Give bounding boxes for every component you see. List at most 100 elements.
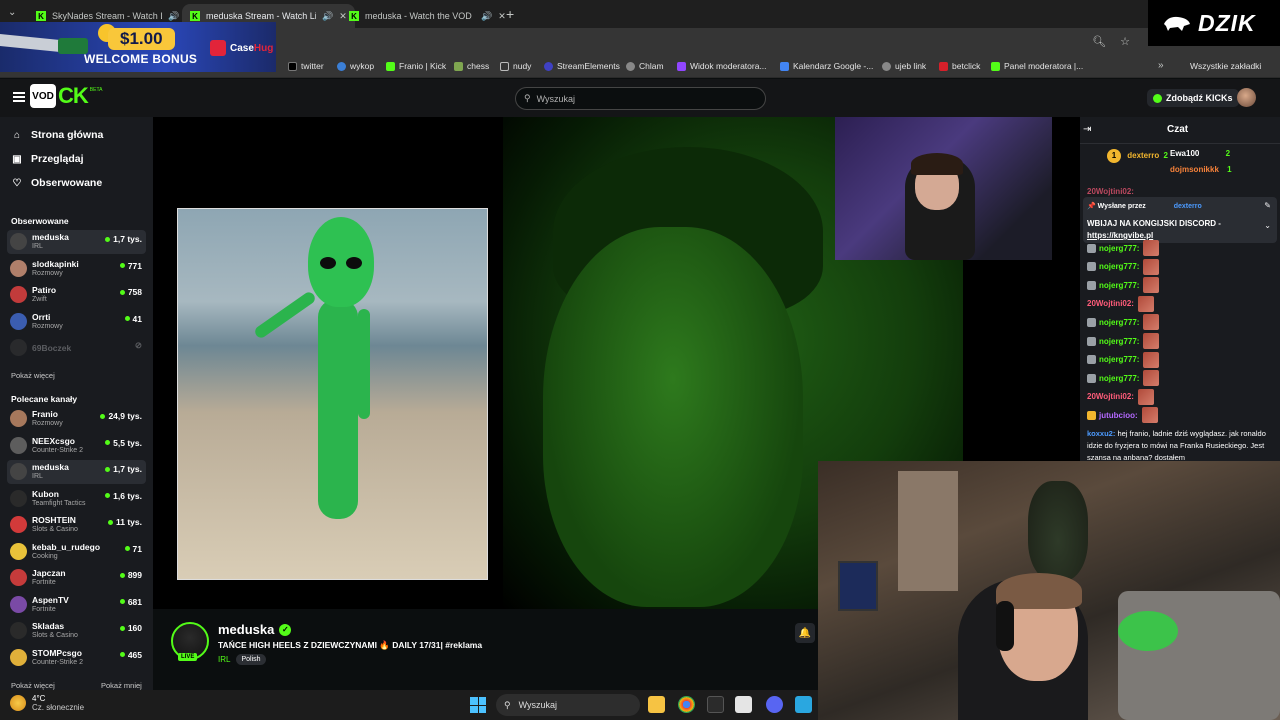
sidebar-channel-japczan[interactable]: Japczan Fortnite 899: [7, 566, 146, 590]
speaker-icon[interactable]: 🔊: [481, 11, 492, 22]
bookmark-wykop[interactable]: wykop: [337, 61, 374, 71]
sidebar-channel-patiro[interactable]: Patiro Zwift 758: [7, 283, 146, 307]
chat-username[interactable]: nojerg777:: [1099, 281, 1139, 290]
sidebar-channel-69boczek[interactable]: 69Boczek ⊘: [7, 336, 146, 360]
close-tab-icon[interactable]: ✕: [498, 11, 506, 22]
sidebar-channel-kubon[interactable]: Kubon Teamfight Tactics 1,6 tys.: [7, 487, 146, 511]
discord-icon[interactable]: [766, 696, 783, 713]
sidebar-channel-meduska[interactable]: meduska IRL 1,7 tys.: [7, 230, 146, 254]
bookmark-ujeb-link[interactable]: ujeb link: [882, 61, 926, 71]
chat-username[interactable]: nojerg777:: [1099, 244, 1139, 253]
app-icon[interactable]: [795, 696, 812, 713]
bookmark-nudy[interactable]: nudy: [500, 61, 531, 71]
bookmark-star-icon[interactable]: ☆: [1120, 35, 1130, 48]
channel-avatar: [10, 410, 27, 427]
chat-username[interactable]: 20Wojtini02:: [1087, 299, 1134, 308]
channel-name[interactable]: meduska: [218, 622, 274, 637]
casehug-ad-banner[interactable]: $1.00 WELCOME BONUS Case Hug: [0, 22, 276, 72]
sidebar-channel-skladas[interactable]: Skladas Slots & Casino 160: [7, 619, 146, 643]
speaker-icon[interactable]: 🔊: [322, 11, 333, 22]
more-bookmarks-icon[interactable]: »: [1158, 60, 1164, 71]
bookmark-chess[interactable]: chess: [454, 61, 489, 71]
weather-widget[interactable]: 4°C Cz. słonecznie: [10, 694, 84, 712]
chat-username[interactable]: 20Wojtini02:: [1087, 392, 1134, 401]
sidebar-channel-slodkapinki[interactable]: slodkapinki Rozmowy 771: [7, 257, 146, 281]
channel-name: NEEXcsgo: [32, 435, 75, 446]
file-explorer-icon[interactable]: [648, 696, 665, 713]
unpin-icon[interactable]: ✎: [1264, 201, 1271, 210]
user-avatar[interactable]: [1237, 88, 1256, 107]
taskbar-search[interactable]: ⚲ Wyszukaj: [496, 694, 640, 716]
bookmark-chlam[interactable]: Chlam: [626, 61, 664, 71]
pinned-message: 📌 Wysłane przez dexterro ✎ ⌄ WBIJAJ NA K…: [1083, 197, 1277, 243]
zoom-icon[interactable]: 🔍︎: [1092, 35, 1106, 48]
sidebar-channel-orrti[interactable]: Orrti Rozmowy 41: [7, 310, 146, 334]
kick-logo[interactable]: VOD CK BETA: [30, 83, 102, 108]
all-bookmarks-folder[interactable]: Wszystkie zakładki: [1190, 61, 1261, 71]
pinned-link[interactable]: https://kngvibe.pl: [1087, 231, 1153, 240]
menu-icon[interactable]: [13, 92, 25, 102]
bookmark-twitter[interactable]: twitter: [288, 61, 324, 71]
pinned-by-label: Wysłane przez: [1097, 203, 1146, 210]
tab-title: meduska Stream - Watch Li: [206, 11, 316, 21]
chat-username[interactable]: nojerg777:: [1099, 318, 1139, 327]
bookmark-widok-moderatora[interactable]: Widok moderatora...: [677, 61, 767, 71]
app-icon[interactable]: [707, 696, 724, 713]
live-dot-icon: [119, 263, 125, 268]
channel-name: Franio: [32, 409, 58, 419]
windows-taskbar: 4°C Cz. słonecznie ⚲ Wyszukaj: [0, 690, 818, 720]
get-kicks-button[interactable]: Zdobądź KICKs: [1147, 89, 1239, 107]
chat-username[interactable]: nojerg777:: [1099, 337, 1139, 346]
new-tab-button[interactable]: +: [506, 6, 514, 22]
pinned-by-user[interactable]: dexterro: [1174, 203, 1202, 210]
obs-icon[interactable]: [735, 696, 752, 713]
chat-username[interactable]: jutubcioo:: [1099, 411, 1138, 420]
sidebar-channel-neexcsgo[interactable]: NEEXcsgo Counter-Strike 2 5,5 tys.: [7, 434, 146, 458]
nav-browse[interactable]: ▣ Przeglądaj: [11, 153, 83, 165]
alien-eye: [346, 257, 362, 269]
viewer-count-text: 465: [127, 649, 142, 660]
sidebar-channel-aspentv[interactable]: AspenTV Fortnite 681: [7, 593, 146, 617]
chat-emote-icon: [1143, 277, 1160, 294]
chrome-icon[interactable]: [678, 696, 695, 713]
notification-bell-icon[interactable]: 🔔: [795, 623, 815, 643]
sidebar-channel-franio[interactable]: Franio Rozmowy 24,9 tys.: [7, 407, 146, 431]
chat-badge-icon: [1087, 410, 1096, 420]
sidebar-channel-meduska[interactable]: meduska IRL 1,7 tys.: [7, 460, 146, 484]
channel-category: Rozmowy: [32, 269, 63, 277]
channel-name: Skladas: [32, 621, 65, 631]
chat-username[interactable]: nojerg777:: [1099, 355, 1139, 364]
nav-home[interactable]: ⌂ Strona główna: [11, 129, 103, 141]
sidebar-channel-stompcsgo[interactable]: STOMPcsgo Counter-Strike 2 465: [7, 646, 146, 670]
sidebar-channel-kebab_u_rudego[interactable]: kebab_u_rudego Cooking 71: [7, 540, 146, 564]
tab-title: SkyNades Stream - Watch L: [52, 11, 162, 21]
tab-search-icon[interactable]: ⌄: [8, 7, 16, 18]
bookmark-betclick[interactable]: betclick: [939, 61, 980, 71]
bookmark-streamelements[interactable]: StreamElements: [544, 61, 620, 71]
live-dot-icon: [100, 413, 106, 419]
tab-meduska-vod[interactable]: K meduska - Watch the VOD 🔊 ✕: [341, 4, 514, 28]
show-more-followed[interactable]: Pokaż więcej: [11, 371, 55, 380]
bookmark-panel-moderatora[interactable]: Panel moderatora |...: [991, 61, 1083, 71]
bookmark-kalendarz[interactable]: Kalendarz Google -...: [780, 61, 873, 71]
bookmark-franio-kick[interactable]: Franio | Kick: [386, 61, 446, 71]
chat-username[interactable]: nojerg777:: [1099, 374, 1139, 383]
stream-category[interactable]: IRL: [218, 655, 230, 664]
show-less-recommended[interactable]: Pokaż mniej: [101, 681, 142, 690]
kick-favicon-icon: K: [190, 11, 200, 21]
collapse-chat-icon[interactable]: ⇥: [1083, 124, 1091, 135]
windows-start-icon[interactable]: [470, 697, 486, 713]
globe-icon: [882, 61, 891, 71]
search-input[interactable]: ⚲ Wyszukaj: [515, 87, 766, 110]
expand-pinned-icon[interactable]: ⌄: [1264, 221, 1271, 230]
chat-username[interactable]: nojerg777:: [1099, 262, 1139, 271]
sidebar-channel-roshtein[interactable]: ROSHTEIN Slots & Casino 11 tys.: [7, 513, 146, 537]
viewer-count-text: 24,9 tys.: [108, 411, 142, 421]
nav-following[interactable]: ♡ Obserwowane: [11, 177, 103, 189]
speaker-icon[interactable]: 🔊: [168, 11, 179, 22]
viewer-count-text: 71: [132, 543, 142, 554]
show-more-recommended[interactable]: Pokaż więcej: [11, 681, 55, 690]
viewer-count: 11 tys.: [108, 517, 142, 527]
channel-category: Cooking: [32, 552, 58, 560]
language-tag[interactable]: Polish: [236, 654, 266, 665]
